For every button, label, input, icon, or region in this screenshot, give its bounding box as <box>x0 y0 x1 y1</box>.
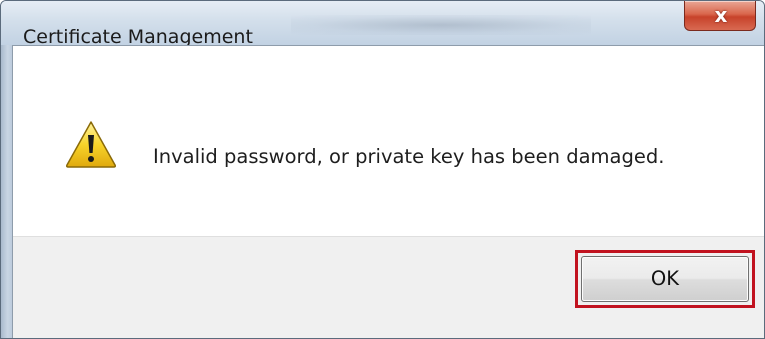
button-bar: OK <box>13 236 764 338</box>
dialog-window: Certificate Management x Invalid passwor… <box>0 0 765 339</box>
warning-icon <box>65 121 117 168</box>
ok-button[interactable]: OK <box>581 256 749 302</box>
close-icon: x <box>714 3 728 27</box>
error-message: Invalid password, or private key has bee… <box>153 145 665 168</box>
title-bar[interactable]: Certificate Management x <box>1 1 764 48</box>
title-bar-glass-blur <box>291 15 591 35</box>
close-button[interactable]: x <box>684 1 756 31</box>
message-area: Invalid password, or private key has bee… <box>13 46 764 236</box>
dialog-client-area: Invalid password, or private key has bee… <box>12 45 764 338</box>
ok-button-highlight: OK <box>575 250 755 308</box>
window-frame-left <box>1 45 12 338</box>
